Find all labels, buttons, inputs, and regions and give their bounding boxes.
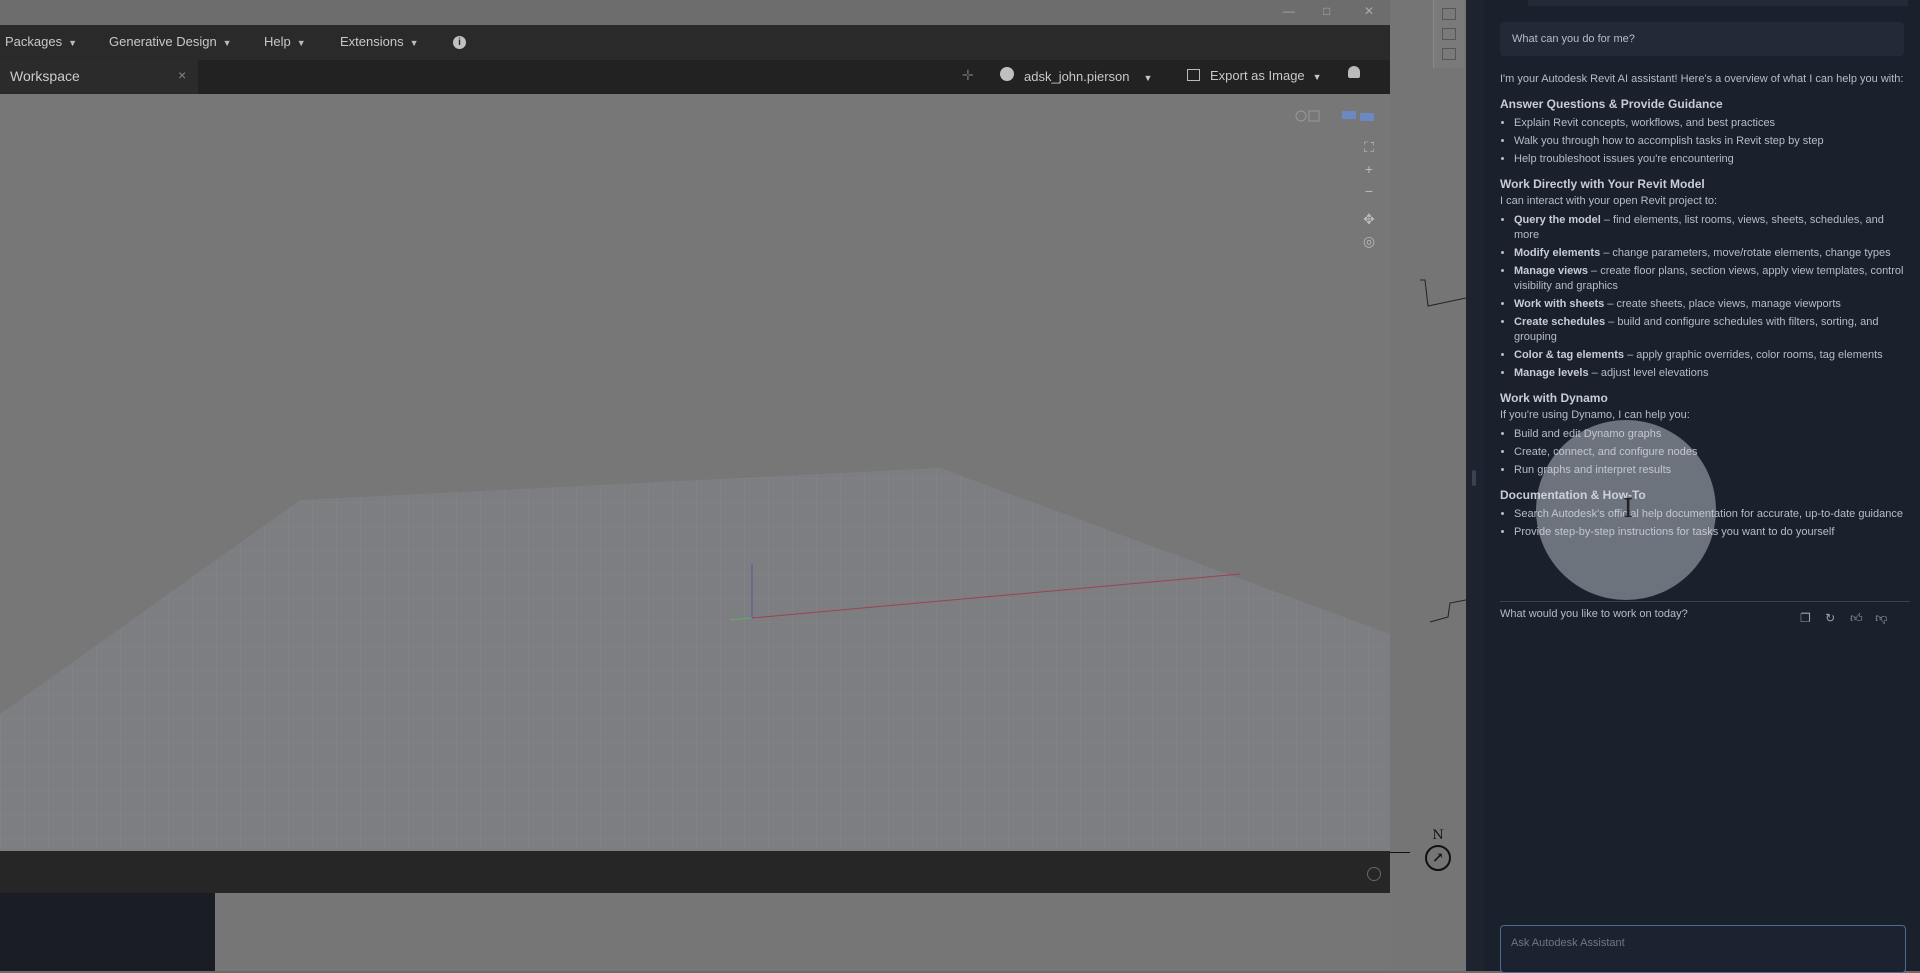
user-menu[interactable]: adsk_john.pierson ▼ xyxy=(1024,69,1152,84)
menu-generative-design[interactable]: Generative Design ▼ xyxy=(109,34,232,49)
chat-input[interactable] xyxy=(1509,936,1893,950)
pan-icon[interactable]: ✥ xyxy=(1355,208,1383,230)
menu-extensions[interactable]: Extensions ▼ xyxy=(340,34,419,49)
list-item: Modify elements – change parameters, mov… xyxy=(1514,246,1910,261)
list-item: Help troubleshoot issues you're encounte… xyxy=(1514,152,1910,167)
navigation-controls: ⛶ + − ✥ ◎ xyxy=(1355,136,1383,252)
list-item: Manage views – create floor plans, secti… xyxy=(1514,264,1910,294)
dynamo-window: — □ ✕ Packages ▼ Generative Design ▼ Help ▼… xyxy=(0,0,1390,893)
revit-view-toolbar[interactable] xyxy=(1433,0,1464,68)
revit-model-lines xyxy=(1420,279,1466,623)
north-arrow-icon: ↗ xyxy=(1425,845,1451,871)
text-cursor-icon: I xyxy=(1623,494,1634,524)
north-arrow: N ↗ xyxy=(1424,828,1452,878)
workspace-canvas[interactable] xyxy=(0,94,1390,851)
section-list: Query the model – find elements, list ro… xyxy=(1500,213,1910,381)
north-label: N xyxy=(1432,828,1444,843)
zoom-region-icon[interactable] xyxy=(1442,28,1456,40)
list-item: Explain Revit concepts, workflows, and b… xyxy=(1514,116,1910,131)
panel-resize-handle[interactable] xyxy=(1466,0,1484,971)
caret-down-icon: ▼ xyxy=(296,38,306,48)
revit-lower-drawing xyxy=(215,893,1390,971)
background-grid xyxy=(0,468,1390,851)
title-bar[interactable]: — □ ✕ xyxy=(0,0,1390,25)
zoom-in-icon[interactable]: + xyxy=(1355,158,1383,180)
graph-view-icon[interactable] xyxy=(1340,108,1376,124)
divider xyxy=(1500,601,1910,602)
section-heading: Work with Dynamo xyxy=(1500,391,1608,405)
user-message-bubble: What can you do for me? xyxy=(1500,22,1904,56)
bell-icon[interactable] xyxy=(1348,66,1360,78)
zoom-extents-icon[interactable]: ⛶ xyxy=(1355,136,1383,158)
caret-down-icon: ▼ xyxy=(1312,72,1322,82)
menu-packages[interactable]: Packages ▼ xyxy=(5,34,77,49)
list-item: Work with sheets – create sheets, place … xyxy=(1514,297,1910,312)
image-icon xyxy=(1187,69,1200,81)
message-actions: ❐ ↻ 👍︎ 👎︎ xyxy=(1800,612,1897,625)
chat-input-box[interactable] xyxy=(1500,925,1906,973)
list-item: Color & tag elements – apply graphic ove… xyxy=(1514,348,1910,363)
list-item: Manage levels – adjust level elevations xyxy=(1514,366,1910,381)
steering-wheel-icon[interactable] xyxy=(1442,48,1456,60)
list-item: Create schedules – build and configure s… xyxy=(1514,315,1910,345)
zoom-out-icon[interactable]: − xyxy=(1355,180,1383,202)
thumbs-up-icon[interactable]: 👍︎ xyxy=(1850,612,1863,624)
minimize-button[interactable]: — xyxy=(1283,4,1295,18)
caret-down-icon: ▼ xyxy=(68,38,78,48)
refresh-icon[interactable]: ↻ xyxy=(1825,612,1837,624)
caret-down-icon: ▼ xyxy=(222,38,232,48)
reply-intro: I'm your Autodesk Revit AI assistant! He… xyxy=(1500,73,1904,85)
tab-close-icon[interactable]: × xyxy=(178,67,186,83)
orbit-icon[interactable]: ◎ xyxy=(1355,230,1383,252)
menu-help[interactable]: Help ▼ xyxy=(264,34,306,49)
follow-up-question: What would you like to work on today? xyxy=(1500,608,1688,620)
export-image-button[interactable]: Export as Image ▼ xyxy=(1210,68,1322,83)
panel-header xyxy=(1528,0,1908,6)
scale-line xyxy=(1390,852,1410,853)
user-icon xyxy=(1000,67,1014,81)
maximize-button[interactable]: □ xyxy=(1323,4,1330,18)
tab-bar: Workspace × xyxy=(0,60,1390,94)
revit-status-area xyxy=(0,893,215,971)
menu-bar: Packages ▼ Generative Design ▼ Help ▼ Exten… xyxy=(0,25,1390,60)
section-list: Explain Revit concepts, workflows, and b… xyxy=(1500,116,1910,167)
list-item: Walk you through how to accomplish tasks… xyxy=(1514,134,1910,149)
section-lead: I can interact with your open Revit proj… xyxy=(1500,195,1718,207)
user-message-text: What can you do for me? xyxy=(1512,33,1635,45)
section-heading: Answer Questions & Provide Guidance xyxy=(1500,97,1723,111)
close-button[interactable]: ✕ xyxy=(1364,4,1374,18)
settings-icon[interactable] xyxy=(1367,867,1381,881)
zoom-icon[interactable] xyxy=(1442,8,1456,20)
grip-icon xyxy=(1472,470,1476,486)
tab-workspace-label: Workspace xyxy=(10,68,80,84)
caret-down-icon: ▼ xyxy=(409,38,419,48)
tab-workspace[interactable]: Workspace × xyxy=(0,60,198,94)
info-icon[interactable]: i xyxy=(453,36,466,49)
status-bar xyxy=(0,851,1390,893)
list-item: Query the model – find elements, list ro… xyxy=(1514,213,1910,243)
crosshair-icon[interactable]: ✛ xyxy=(962,67,974,84)
geometry-view-icon[interactable] xyxy=(1293,108,1327,124)
section-lead: If you're using Dynamo, I can help you: xyxy=(1500,409,1690,421)
caret-down-icon: ▼ xyxy=(1143,73,1153,83)
section-heading: Work Directly with Your Revit Model xyxy=(1500,177,1705,191)
thumbs-down-icon[interactable]: 👎︎ xyxy=(1875,612,1887,624)
copy-icon[interactable]: ❐ xyxy=(1800,612,1812,624)
